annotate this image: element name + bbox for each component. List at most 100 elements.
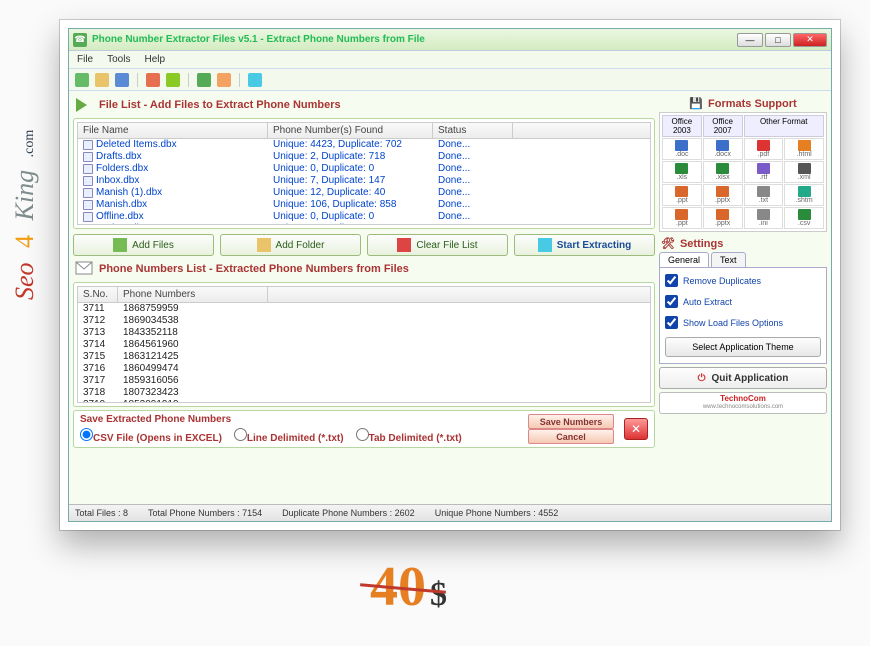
search-icon xyxy=(538,238,552,252)
toolbar xyxy=(69,69,831,91)
chk-auto-extract[interactable]: Auto Extract xyxy=(665,295,821,308)
key-icon[interactable] xyxy=(217,73,231,87)
phone-row[interactable]: 37161860499474 xyxy=(78,363,650,375)
format-cell: .pptx xyxy=(703,207,743,229)
app-icon: ☎ xyxy=(73,33,87,47)
settings-panel: 🛠Settings General Text Remove Duplicates… xyxy=(659,235,827,364)
clear-list-button[interactable]: Clear File List xyxy=(367,234,508,256)
formats-icon: 💾 xyxy=(689,97,703,110)
search-icon[interactable] xyxy=(248,73,262,87)
menu-file[interactable]: File xyxy=(77,54,93,65)
format-cell: .xml xyxy=(784,161,824,183)
format-cell: .txt xyxy=(744,184,784,206)
file-icon xyxy=(83,152,93,162)
menubar: File Tools Help xyxy=(69,51,831,69)
close-button[interactable]: ✕ xyxy=(793,33,827,47)
file-icon xyxy=(83,224,93,225)
file-icon xyxy=(83,200,93,210)
format-header: Office 2007 xyxy=(703,115,743,137)
col-filename[interactable]: File Name xyxy=(78,123,268,138)
select-theme-button[interactable]: Select Application Theme xyxy=(665,337,821,357)
col-sno[interactable]: S.No. xyxy=(78,287,118,302)
filelist-header: File List - Add Files to Extract Phone N… xyxy=(73,95,655,115)
phone-row[interactable]: 37141864561960 xyxy=(78,339,650,351)
dollar-icon[interactable] xyxy=(197,73,211,87)
add-folder-button[interactable]: Add Folder xyxy=(220,234,361,256)
status-duplicate-phones: Duplicate Phone Numbers : 2602 xyxy=(282,508,415,518)
status-total-phones: Total Phone Numbers : 7154 xyxy=(148,508,262,518)
chk-show-load-options[interactable]: Show Load Files Options xyxy=(665,316,821,329)
format-cell: .shtm xyxy=(784,184,824,206)
chk-remove-duplicates[interactable]: Remove Duplicates xyxy=(665,274,821,287)
start-extracting-button[interactable]: Start Extracting xyxy=(514,234,655,256)
plus-icon xyxy=(113,238,127,252)
format-cell: .pdf xyxy=(744,138,784,160)
col-found[interactable]: Phone Number(s) Found xyxy=(268,123,433,138)
save-title: Save Extracted Phone Numbers xyxy=(80,414,231,425)
col-status[interactable]: Status xyxy=(433,123,513,138)
format-cell: .pptx xyxy=(703,184,743,206)
tab-general[interactable]: General xyxy=(659,252,709,267)
doc-icon[interactable] xyxy=(115,73,129,87)
check-icon[interactable] xyxy=(166,73,180,87)
file-icon xyxy=(83,188,93,198)
quit-application-button[interactable]: ⏻Quit Application xyxy=(659,367,827,389)
phone-row[interactable]: 37131843352118 xyxy=(78,327,650,339)
page-brand: Seo 4 King .com xyxy=(10,130,40,300)
file-row[interactable]: Manish.dbxUnique: 106, Duplicate: 858Don… xyxy=(78,199,650,211)
add-files-button[interactable]: Add Files xyxy=(73,234,214,256)
col-phone[interactable]: Phone Numbers xyxy=(118,287,268,302)
opt-csv[interactable]: CSV File (Opens in EXCEL) xyxy=(80,428,222,444)
format-cell: .xls xyxy=(662,161,702,183)
cancel-button[interactable]: Cancel xyxy=(528,429,614,444)
format-cell: .rtf xyxy=(744,161,784,183)
file-row[interactable]: Deleted Items.dbxUnique: 4423, Duplicate… xyxy=(78,139,650,151)
settings-icon: 🛠 xyxy=(661,237,675,250)
clear-icon xyxy=(397,238,411,252)
folder-icon[interactable] xyxy=(95,73,109,87)
phone-row[interactable]: 37111868759959 xyxy=(78,303,650,315)
phone-row[interactable]: 37151863121425 xyxy=(78,351,650,363)
format-cell: .ini xyxy=(744,207,784,229)
refresh-icon[interactable] xyxy=(75,73,89,87)
file-icon xyxy=(83,212,93,222)
format-cell: .docx xyxy=(703,138,743,160)
file-table: File Name Phone Number(s) Found Status D… xyxy=(73,118,655,229)
screenshot-frame: ☎ Phone Number Extractor Files v5.1 - Ex… xyxy=(60,20,840,530)
format-cell: .ppt xyxy=(662,184,702,206)
save-numbers-button[interactable]: Save Numbers xyxy=(528,414,614,429)
format-cell: .xlsx xyxy=(703,161,743,183)
file-row[interactable]: Folders.dbxUnique: 0, Duplicate: 0Done..… xyxy=(78,163,650,175)
menu-help[interactable]: Help xyxy=(144,54,165,65)
file-row[interactable]: Manish (1).dbxUnique: 12, Duplicate: 40D… xyxy=(78,187,650,199)
minimize-button[interactable]: — xyxy=(737,33,763,47)
phone-row[interactable]: 37171859316056 xyxy=(78,375,650,387)
delete-button[interactable]: ✕ xyxy=(624,418,648,440)
phone-row[interactable]: 37191853091919 xyxy=(78,399,650,403)
export-icon[interactable] xyxy=(146,73,160,87)
titlebar[interactable]: ☎ Phone Number Extractor Files v5.1 - Ex… xyxy=(69,29,831,51)
file-row[interactable]: Drafts.dbxUnique: 2, Duplicate: 718Done.… xyxy=(78,151,650,163)
file-row[interactable]: Inbox.dbxUnique: 7, Duplicate: 147Done..… xyxy=(78,175,650,187)
file-row[interactable]: Outbox.dbxUnique: 2, Duplicate: 137Done.… xyxy=(78,223,650,225)
format-header: Other Format xyxy=(744,115,825,137)
menu-tools[interactable]: Tools xyxy=(107,54,130,65)
phone-row[interactable]: 37181807323423 xyxy=(78,387,650,399)
save-section: Save Extracted Phone Numbers CSV File (O… xyxy=(73,410,655,448)
tab-text[interactable]: Text xyxy=(711,252,746,267)
format-header: Office 2003 xyxy=(662,115,702,137)
quit-icon: ⏻ xyxy=(698,373,706,384)
format-cell: .doc xyxy=(662,138,702,160)
phonelist-header: Phone Numbers List - Extracted Phone Num… xyxy=(73,259,655,279)
app-window: ☎ Phone Number Extractor Files v5.1 - Ex… xyxy=(68,28,832,522)
window-title: Phone Number Extractor Files v5.1 - Extr… xyxy=(92,34,737,45)
opt-line[interactable]: Line Delimited (*.txt) xyxy=(234,428,344,444)
maximize-button[interactable]: □ xyxy=(765,33,791,47)
opt-tab[interactable]: Tab Delimited (*.txt) xyxy=(356,428,462,444)
arrow-icon xyxy=(75,97,93,113)
file-row[interactable]: Offline.dbxUnique: 0, Duplicate: 0Done..… xyxy=(78,211,650,223)
status-unique-phones: Unique Phone Numbers : 4552 xyxy=(435,508,559,518)
phone-row[interactable]: 37121869034538 xyxy=(78,315,650,327)
format-cell: .csv xyxy=(784,207,824,229)
company-brand[interactable]: TechnoCom www.technocomsolutions.com xyxy=(659,392,827,414)
